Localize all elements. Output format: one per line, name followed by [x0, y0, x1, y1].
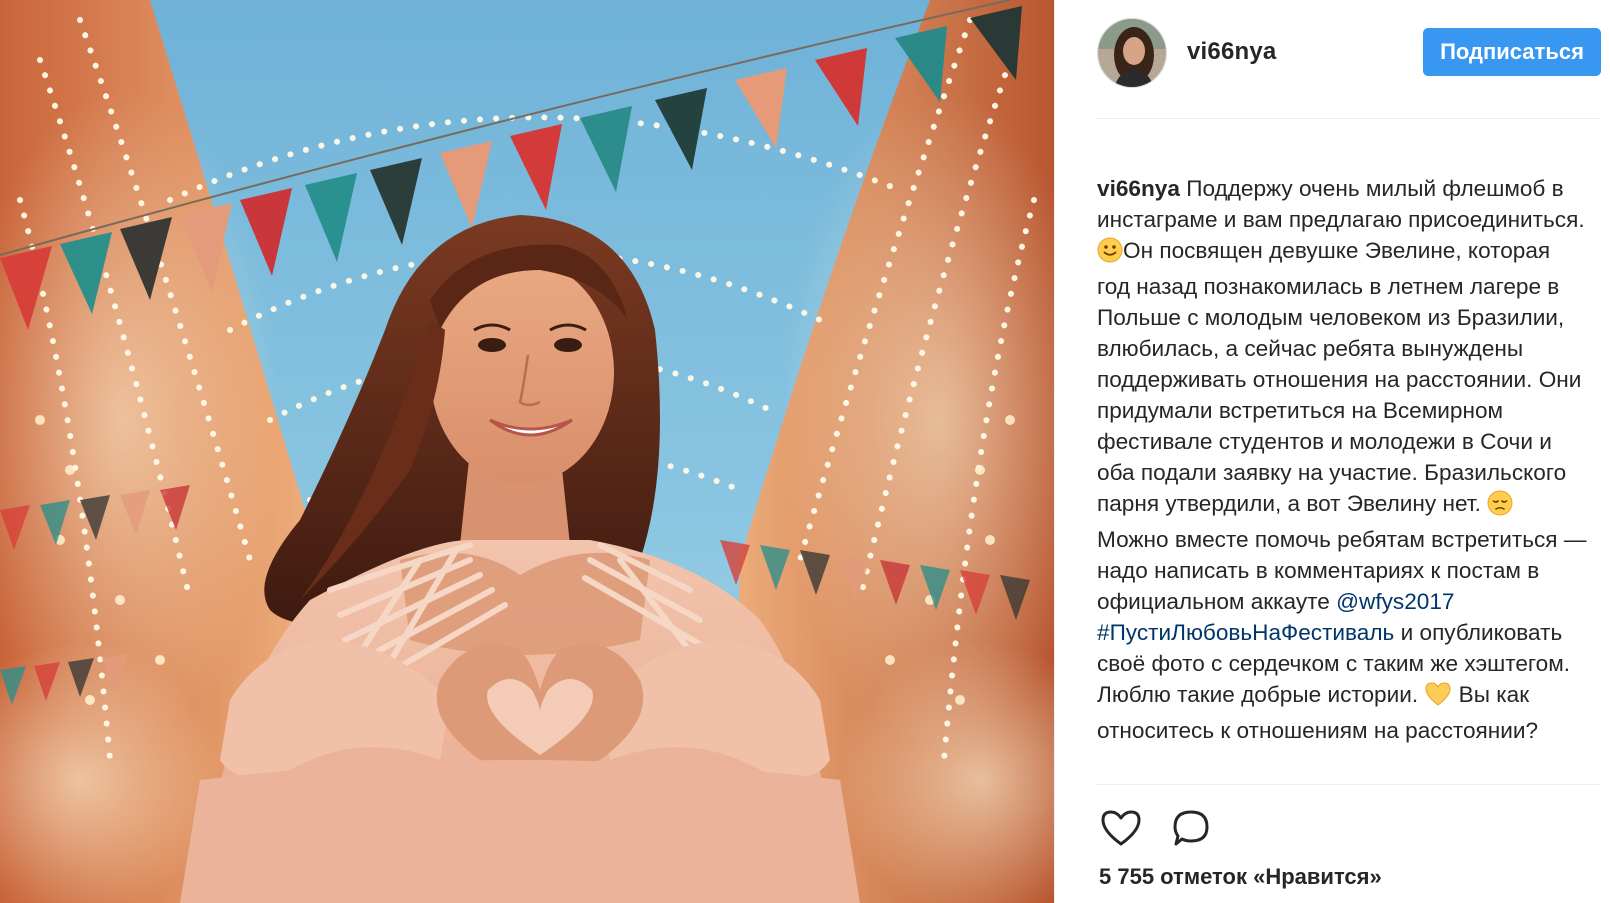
follow-button[interactable]: Подписаться: [1423, 28, 1601, 76]
actions-divider: [1095, 784, 1600, 785]
heart-outline-icon[interactable]: [1099, 808, 1143, 848]
post-username[interactable]: vi66nya: [1187, 38, 1276, 66]
slightly-smiling-face-icon: [1097, 237, 1123, 271]
post-actions: [1099, 808, 1213, 848]
avatar-image: [1098, 19, 1166, 87]
post-photo[interactable]: [0, 0, 1054, 903]
hashtag-link[interactable]: #ПустиЛюбовьНаФестиваль: [1097, 620, 1394, 645]
post-header: vi66nya Подписаться: [1055, 0, 1610, 110]
likes-count[interactable]: 5 755 отметок «Нравится»: [1099, 864, 1382, 890]
caption-text-2: Он посвящен девушке Эвелине, которая год…: [1097, 238, 1582, 516]
mention-link[interactable]: @wfys2017: [1336, 589, 1454, 614]
post-caption: vi66nya Поддержу очень милый флешмоб в и…: [1097, 142, 1587, 782]
yellow-heart-icon: [1424, 681, 1452, 715]
photo-illustration: [0, 0, 1054, 903]
pensive-face-icon: [1487, 490, 1513, 524]
avatar[interactable]: [1097, 18, 1167, 88]
caption-username[interactable]: vi66nya: [1097, 176, 1180, 201]
instagram-post: vi66nya Подписаться vi66nya Поддержу оче…: [0, 0, 1610, 903]
comment-bubble-icon[interactable]: [1169, 808, 1213, 848]
header-divider: [1095, 118, 1600, 119]
post-sidebar: vi66nya Подписаться vi66nya Поддержу оче…: [1054, 0, 1610, 903]
